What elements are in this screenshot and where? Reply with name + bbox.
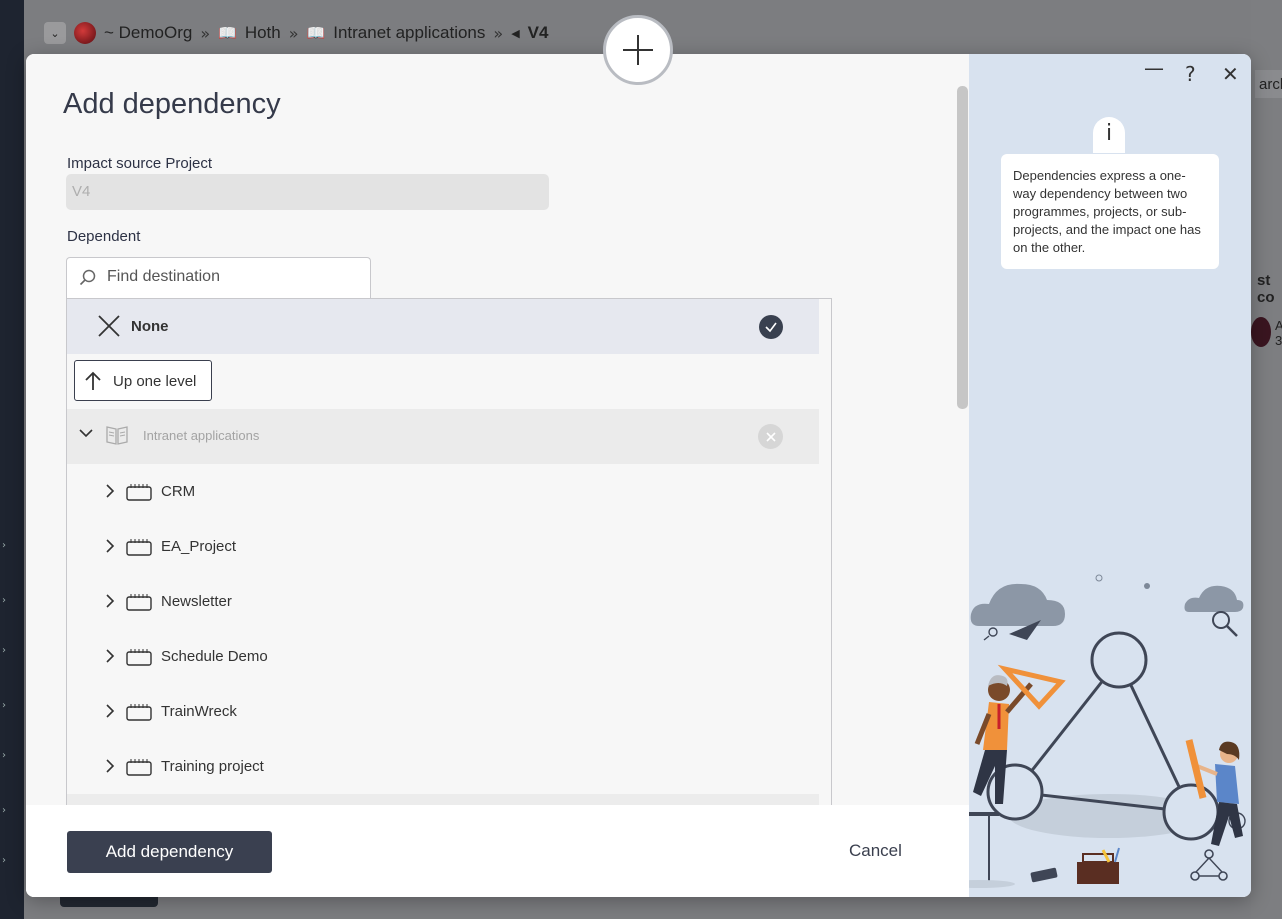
list-item[interactable]: CRM — [67, 464, 819, 519]
chevron-right-icon[interactable] — [105, 539, 115, 553]
list-item[interactable]: EA_Project — [67, 519, 819, 574]
chevron-right-icon: › — [2, 855, 6, 866]
list-item-label: Schedule Demo — [161, 648, 268, 665]
close-icon — [98, 315, 120, 337]
book-icon — [106, 426, 128, 445]
chevron-right-icon[interactable] — [105, 759, 115, 773]
chevron-right-icon[interactable] — [105, 649, 115, 663]
list-item-label: CRM — [161, 483, 196, 500]
breadcrumb-separator: » — [200, 23, 211, 43]
search-icon — [79, 269, 96, 286]
dialog-footer: Add dependency Cancel — [26, 805, 969, 897]
org-avatar — [74, 22, 96, 44]
project-icon — [126, 539, 152, 556]
background-search[interactable]: arch — [1255, 70, 1282, 98]
book-icon: 📖 — [218, 24, 237, 42]
book-icon: 📖 — [306, 24, 326, 42]
add-dependency-dialog: Add dependency Impact source Project V4 … — [26, 54, 1251, 897]
cancel-button[interactable]: Cancel — [849, 841, 902, 861]
background-right-panel: arch st co A3 — [1251, 0, 1282, 919]
caret-left-icon: ◀ — [511, 27, 520, 40]
list-item-none[interactable]: None — [67, 299, 819, 354]
project-icon — [126, 759, 152, 776]
chevron-right-icon[interactable] — [105, 484, 115, 498]
project-icon — [126, 484, 152, 501]
list-item[interactable]: Schedule Demo — [67, 629, 819, 684]
breadcrumb-item[interactable]: Intranet applications — [333, 23, 485, 43]
chevron-right-icon: › — [2, 805, 6, 816]
dialog-title: Add dependency — [63, 88, 281, 120]
project-icon — [126, 594, 152, 611]
breadcrumb-item[interactable]: Hoth — [245, 23, 281, 43]
info-icon: i — [1093, 117, 1125, 153]
dependent-label: Dependent — [67, 228, 141, 245]
breadcrumb-current[interactable]: V4 — [528, 23, 549, 43]
destination-search[interactable] — [66, 257, 371, 298]
chevron-right-icon: › — [2, 700, 6, 711]
list-item[interactable]: Newsletter — [67, 574, 819, 629]
list-item-parent[interactable]: Intranet applications — [67, 409, 819, 464]
chevron-right-icon: › — [2, 645, 6, 656]
list-item[interactable]: Training project — [67, 739, 819, 794]
dialog-scrollbar[interactable] — [957, 86, 968, 409]
help-text: Dependencies express a one-way dependenc… — [1001, 154, 1219, 269]
source-label: Impact source Project — [67, 155, 213, 172]
destination-list: None Up one level Intranet applications … — [66, 298, 832, 818]
chevron-right-icon[interactable] — [105, 594, 115, 608]
list-item-label: Newsletter — [161, 593, 232, 610]
chevron-down-icon[interactable]: ⌄ — [44, 22, 66, 44]
chevron-right-icon: › — [2, 540, 6, 551]
dialog-main: Add dependency Impact source Project V4 … — [26, 54, 969, 897]
project-icon — [126, 649, 152, 666]
search-input[interactable] — [107, 268, 357, 286]
project-icon — [126, 704, 152, 721]
help-panel: — ? ✕ i Dependencies express a one-way d… — [969, 54, 1251, 897]
none-label: None — [131, 318, 169, 335]
breadcrumb: ⌄ ~ DemoOrg » 📖 Hoth » 📖 Intranet applic… — [44, 18, 548, 48]
add-dependency-button[interactable]: Add dependency — [67, 831, 272, 873]
background-heading: st co — [1257, 272, 1275, 306]
clear-icon[interactable] — [758, 424, 783, 449]
list-item-label: TrainWreck — [161, 703, 237, 720]
breadcrumb-separator: » — [493, 23, 504, 43]
parent-label: Intranet applications — [143, 428, 260, 443]
close-icon[interactable]: ✕ — [1222, 62, 1239, 86]
dependency-illustration-icon — [969, 574, 1246, 888]
breadcrumb-org[interactable]: ~ DemoOrg — [104, 23, 192, 43]
avatar-text: A3 — [1275, 318, 1282, 348]
up-one-level-label: Up one level — [113, 373, 197, 390]
breadcrumb-separator: » — [288, 23, 299, 43]
list-item-label: Training project — [161, 758, 264, 775]
chevron-down-icon[interactable] — [79, 428, 93, 438]
add-button[interactable] — [603, 15, 673, 85]
help-icon[interactable]: ? — [1185, 62, 1196, 86]
list-item-label: EA_Project — [161, 538, 237, 555]
check-icon — [759, 315, 783, 339]
minimize-icon[interactable]: — — [1144, 56, 1164, 80]
chevron-right-icon: › — [2, 595, 6, 606]
arrow-up-icon — [85, 371, 101, 390]
plus-icon — [623, 35, 653, 65]
app-left-rail: › › › › › › › — [0, 0, 24, 919]
source-field: V4 — [66, 174, 549, 210]
chevron-right-icon[interactable] — [105, 704, 115, 718]
list-item[interactable]: TrainWreck — [67, 684, 819, 739]
up-one-level-button[interactable]: Up one level — [74, 360, 212, 401]
avatar — [1251, 317, 1271, 347]
chevron-right-icon: › — [2, 750, 6, 761]
